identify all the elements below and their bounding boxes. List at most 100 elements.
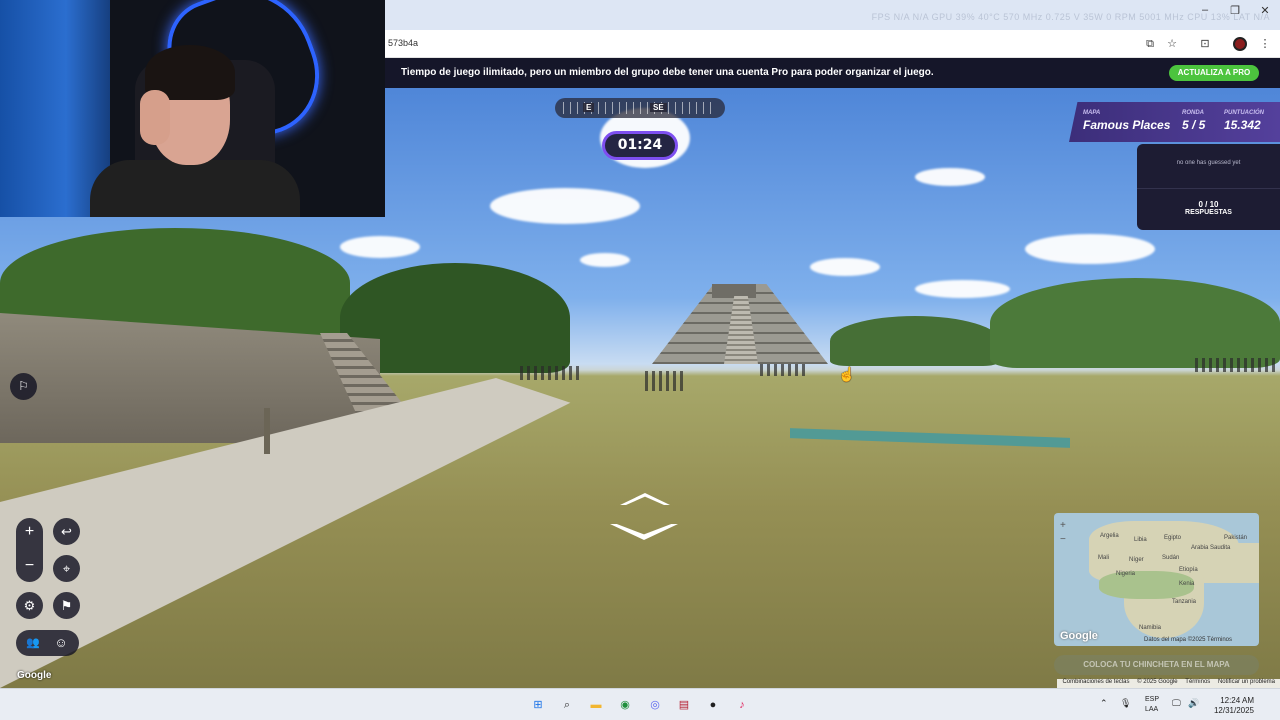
url-text[interactable]: 573b4a [388,38,418,48]
minimap-zoom-in-button[interactable]: + [1060,519,1066,533]
move-forward-arrow[interactable] [620,493,670,505]
crowd [1195,358,1275,372]
bookmark-star-icon[interactable]: ☆ [1164,36,1180,52]
cloud [915,168,985,186]
pro-promo-banner: Tiempo de juego ilimitado, pero un miemb… [385,58,1280,88]
post [264,408,270,454]
map-label: MAPA [1083,110,1101,116]
cloud [490,188,640,224]
compass: E SE [555,98,725,118]
cloud [915,280,1010,298]
map-name: Famous Places [1083,118,1171,132]
upgrade-pro-button[interactable]: ACTUALIZA A PRO [1169,65,1259,81]
promo-message: Tiempo de juego ilimitado, pero un miemb… [401,67,934,78]
move-back-arrow[interactable] [610,524,678,540]
zoom-out-button[interactable]: − [16,552,43,579]
volume-icon[interactable]: 🔊 [1188,698,1199,709]
tray-overflow-icon[interactable]: ⌃ [1100,698,1108,709]
crowd [520,366,580,380]
microphone-icon[interactable]: 🎙 [1120,698,1131,709]
mouse-cursor-icon: ☝ [838,366,856,382]
place-pin-button[interactable]: COLOCA TU CHINCHETA EN EL MAPA [1054,655,1259,675]
map-label: Egipto [1164,535,1182,541]
guess-count: 0 / 10 [1198,200,1219,209]
trees [830,316,1000,366]
crowd [760,364,805,376]
minimap-zoom: + − [1060,519,1066,547]
zoom-in-button[interactable]: + [16,518,43,545]
file-explorer-icon[interactable]: ▬ [587,696,605,714]
discord-icon[interactable]: ◎ [646,696,664,714]
round-value: 5 / 5 [1182,118,1206,132]
maximize-icon[interactable]: ❐ [1226,4,1244,17]
browser-menu-icon[interactable]: ⋮ [1257,36,1273,52]
round-label: RONDA [1182,110,1204,116]
clock-date[interactable]: 12/31/2025 [1210,706,1254,715]
minimap-attribution: Datos del mapa ©2025 Términos [1144,637,1233,643]
cloud [580,253,630,267]
minimap-google-logo: Google [1060,630,1098,642]
map-footer-links: Combinaciones de teclas © 2025 Google Té… [1057,679,1280,688]
map-label: Pakistán [1224,535,1248,541]
tiktok-icon[interactable]: ♪ [733,696,751,714]
crowd [645,371,685,391]
google-logo: Google [17,670,52,681]
network-icon[interactable]: 🖵 [1172,698,1181,709]
chrome-icon[interactable]: ◉ [616,696,634,714]
webcam-overlay [0,0,385,217]
round-timer: 01:24 [602,131,678,160]
search-icon[interactable]: ⌕ [558,696,576,714]
trees [990,278,1280,368]
score-value: 15.342 [1224,118,1261,132]
guess-label: RESPUESTAS [1185,209,1232,216]
settings-icon[interactable]: ⚙ [16,592,43,619]
game-status-panel: MAPA Famous Places RONDA 5 / 5 PUNTUACIÓ… [1069,102,1280,142]
map-label: Etiopía [1179,567,1198,573]
terms-link[interactable]: Términos [1185,679,1210,685]
tarp [790,428,1070,448]
divider [1137,188,1280,189]
map-label: Argelia [1100,533,1119,539]
start-icon[interactable]: ⊞ [529,696,547,714]
map-label: Sudán [1162,555,1180,561]
keyboard-shortcuts-link[interactable]: Combinaciones de teclas [1062,679,1129,685]
close-icon[interactable]: ✕ [1256,4,1274,17]
guesses-panel: no one has guessed yet 0 / 10 RESPUESTAS [1137,144,1280,230]
compass-dir-e: E [583,103,595,112]
streamer-shirt [90,160,300,217]
zoom-control: + − [16,518,43,582]
party-controls: 👥 ☺ [16,630,79,656]
guess-status: no one has guessed yet [1176,160,1241,166]
profile-avatar[interactable] [1233,37,1247,51]
map-label: Kenia [1179,581,1195,587]
dark-app-icon[interactable]: ● [704,696,722,714]
undo-move-icon[interactable]: ↩ [53,518,80,545]
score-label: PUNTUACIÓN [1224,110,1264,116]
minimize-icon[interactable]: – [1196,4,1214,16]
cloud [1025,234,1155,264]
report-icon[interactable]: ⚐ [10,373,37,400]
temple-top [712,284,756,298]
map-label: Tanzania [1172,599,1197,605]
install-icon[interactable]: ⧉ [1142,36,1158,52]
party-icon[interactable]: 👥 [20,630,46,656]
avatar-icon[interactable]: ☺ [48,630,74,656]
flag-icon[interactable]: ⚑ [53,592,80,619]
report-problem-link[interactable]: Notificar un problema [1218,679,1275,685]
language-bottom[interactable]: LAA [1145,706,1158,713]
map-label: Mali [1098,555,1110,561]
copyright-text: © 2025 Google [1137,679,1178,685]
cloud [810,258,880,276]
windows-taskbar: ⊞ ⌕ ▬ ◉ ◎ ▤ ● ♪ ⌃ 🎙 ESP LAA 🖵 🔊 12:24 AM… [0,688,1280,720]
minimap-zoom-out-button[interactable]: − [1060,533,1066,547]
red-app-icon[interactable]: ▤ [675,696,693,714]
media-icon[interactable]: ⊡ [1197,36,1213,52]
map-label: Nigeria [1116,571,1136,577]
guess-minimap[interactable]: Argelia Libia Egipto Mali Níger Sudán Ar… [1054,513,1259,646]
map-label: Libia [1134,537,1147,543]
language-top[interactable]: ESP [1145,696,1159,703]
browser-titlebar: FPS N/A N/A GPU 39% 40°C 570 MHz 0.725 V… [385,0,1280,30]
address-bar[interactable]: 573b4a ⧉ ☆ ⊡ ⋮ [385,30,1280,58]
clock-time[interactable]: 12:24 AM [1210,696,1254,705]
return-to-start-icon[interactable]: ⌖ [53,555,80,582]
